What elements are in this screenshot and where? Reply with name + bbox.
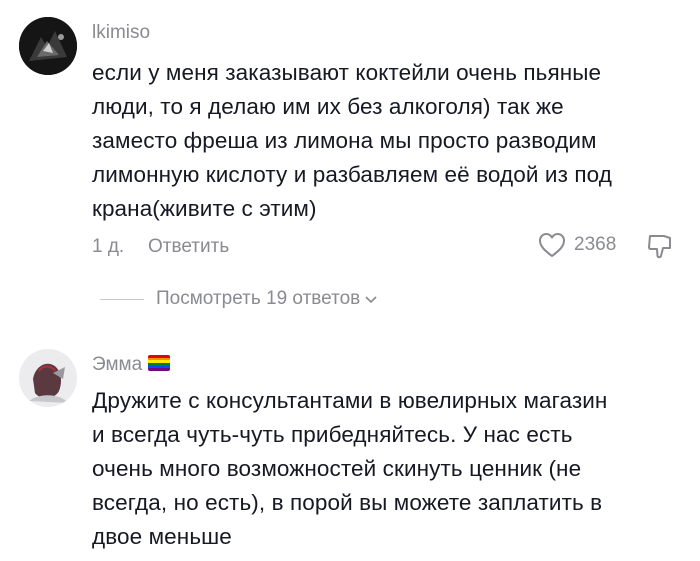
comment-line: лимонную кислоту и разбавляем её водой и…	[92, 162, 612, 187]
comment-line: если у меня заказывают коктейли очень пь…	[92, 60, 602, 85]
view-replies-label: Посмотреть 19 ответов	[156, 288, 361, 309]
avatar-image	[19, 349, 77, 407]
comment-line: двое меньше	[92, 524, 232, 549]
comment-line: крана(живите с этим)	[92, 196, 317, 221]
comment-text: Дружите с консультантами в ювелирных маг…	[92, 384, 607, 554]
dislike-button[interactable]	[646, 232, 674, 265]
divider	[100, 298, 144, 300]
avatar[interactable]	[19, 349, 77, 407]
view-replies-button[interactable]: Посмотреть 19 ответов	[100, 288, 378, 310]
timestamp: 1 д.	[92, 236, 125, 257]
avatar-image	[19, 17, 77, 75]
chevron-down-icon	[365, 296, 377, 304]
rainbow-flag-icon	[148, 355, 171, 371]
comment-line: очень много возможностей скинуть ценник …	[92, 456, 582, 481]
comment-line: заместо фреша из лимона мы просто развод…	[92, 128, 597, 153]
comment-line: и всегда чуть-чуть прибедняйтесь. У нас …	[92, 422, 573, 447]
reply-button[interactable]: Ответить	[148, 236, 229, 258]
comment-line: люди, то я делаю им их без алкоголя) так…	[92, 94, 564, 119]
username[interactable]: lkimiso	[92, 22, 150, 44]
comment-text: если у меня заказывают коктейли очень пь…	[92, 56, 612, 226]
username[interactable]: Эмма	[92, 354, 171, 376]
comment-line: всегда, но есть), в порой вы можете запл…	[92, 490, 603, 515]
username-text: Эмма	[92, 354, 143, 375]
avatar[interactable]	[19, 17, 77, 75]
like-count: 2368	[574, 234, 617, 255]
comment-line: Дружите с консультантами в ювелирных маг…	[92, 388, 608, 413]
like-button[interactable]: 2368	[538, 232, 616, 258]
heart-outline-icon	[538, 232, 566, 258]
thumb-down-icon	[648, 235, 671, 259]
